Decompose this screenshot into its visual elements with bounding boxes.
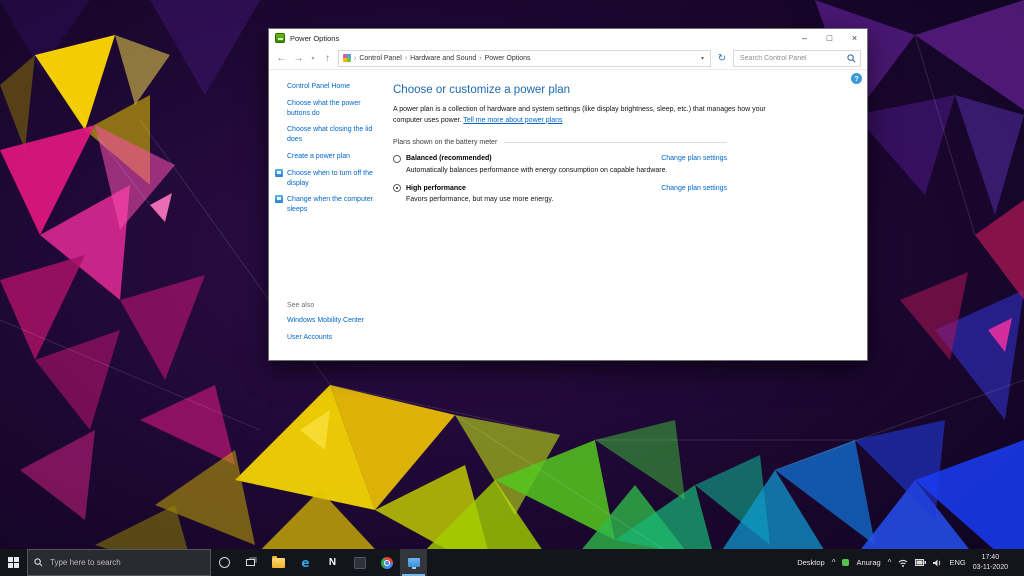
power-icon <box>275 195 283 203</box>
breadcrumb-separator-icon: › <box>405 55 407 62</box>
navigation-toolbar: ← → ▾ ↑ › Control Panel › Hardware and S… <box>269 47 867 70</box>
taskbar-app-n[interactable]: N <box>319 549 346 576</box>
taskbar-app-dark[interactable] <box>346 549 373 576</box>
breadcrumb-control-panel[interactable]: Control Panel <box>359 55 401 62</box>
search-icon <box>847 54 856 63</box>
cortana-button[interactable] <box>211 549 238 576</box>
taskbar-app-edge[interactable]: e <box>292 549 319 576</box>
change-plan-settings-link[interactable]: Change plan settings <box>661 155 727 162</box>
file-explorer-icon <box>272 558 285 568</box>
window-client-area: ? Control Panel Home Choose what the pow… <box>269 70 867 360</box>
breadcrumb-separator-icon: › <box>354 55 356 62</box>
sidebar-item-closing-lid[interactable]: Choose what closing the lid does <box>287 125 373 145</box>
back-button[interactable]: ← <box>275 53 288 64</box>
plan-name: High performance <box>406 185 466 192</box>
tray-app-icon[interactable] <box>842 559 849 566</box>
task-view-icon <box>246 557 257 568</box>
user-label[interactable]: Anurag <box>856 558 880 567</box>
plan-description: Automatically balances performance with … <box>406 166 727 176</box>
cortana-icon <box>219 557 230 568</box>
description-text: A power plan is a collection of hardware… <box>393 106 766 124</box>
radio-balanced[interactable] <box>393 155 401 163</box>
network-icon[interactable] <box>898 559 908 567</box>
taskbar: e N Desktop ^ Anurag ^ <box>0 549 1024 576</box>
plan-high-performance: High performance Change plan settings Fa… <box>393 184 727 205</box>
sidebar-item-power-buttons[interactable]: Choose what the power buttons do <box>287 99 373 119</box>
window-title: Power Options <box>290 34 339 43</box>
sidebar-item-turn-off-display[interactable]: Choose when to turn off the display <box>287 169 373 189</box>
clock-date: 03-11-2020 <box>973 563 1008 572</box>
see-also-label: See also <box>287 302 389 309</box>
sidebar-item-computer-sleeps[interactable]: Change when the computer sleeps <box>287 195 373 215</box>
plans-section-label: Plans shown on the battery meter <box>393 139 497 146</box>
page-title: Choose or customize a power plan <box>393 84 867 96</box>
sidebar-item-mobility-center[interactable]: Windows Mobility Center <box>287 316 373 326</box>
control-panel-icon <box>343 54 351 62</box>
volume-icon[interactable] <box>933 559 942 567</box>
breadcrumb-separator-icon: › <box>479 55 481 62</box>
plan-balanced: Balanced (recommended) Change plan setti… <box>393 155 727 176</box>
control-panel-app-icon <box>408 558 420 567</box>
breadcrumb-hardware-and-sound[interactable]: Hardware and Sound <box>410 55 476 62</box>
minimize-button[interactable]: – <box>792 29 817 47</box>
forward-button[interactable]: → <box>292 53 305 64</box>
taskbar-app-control-panel[interactable] <box>400 549 427 576</box>
sidebar-item-user-accounts[interactable]: User Accounts <box>287 333 373 343</box>
search-icon <box>34 558 43 567</box>
caret-up-icon[interactable]: ^ <box>888 558 892 567</box>
battery-icon[interactable] <box>915 559 926 566</box>
dark-app-icon <box>354 557 366 569</box>
display-icon <box>275 169 283 177</box>
taskbar-search-input[interactable] <box>48 557 204 568</box>
search-input[interactable] <box>738 54 847 63</box>
up-button[interactable]: ↑ <box>321 53 334 64</box>
desktop-toolbar-label[interactable]: Desktop <box>797 558 825 567</box>
language-indicator[interactable]: ENG <box>949 558 965 567</box>
sidebar: Control Panel Home Choose what the power… <box>269 70 389 360</box>
recent-pages-dropdown-icon[interactable]: ▾ <box>309 55 317 62</box>
start-button[interactable] <box>0 549 27 576</box>
page-description: A power plan is a collection of hardware… <box>393 105 785 127</box>
plan-name: Balanced (recommended) <box>406 155 492 162</box>
edge-icon: e <box>301 557 309 569</box>
system-tray: Desktop ^ Anurag ^ <box>797 549 1024 576</box>
plans-section-header: Plans shown on the battery meter <box>393 139 727 146</box>
sidebar-item-create-plan[interactable]: Create a power plan <box>287 152 373 162</box>
main-content: Choose or customize a power plan A power… <box>389 70 867 360</box>
plan-description: Favors performance, but may use more ene… <box>406 195 727 205</box>
help-icon[interactable]: ? <box>851 73 862 84</box>
address-dropdown-icon[interactable]: ▾ <box>699 55 706 62</box>
task-view-button[interactable] <box>238 549 265 576</box>
sidebar-item-label: Choose when to turn off the display <box>287 170 373 187</box>
sidebar-item-label: Change when the computer sleeps <box>287 196 373 213</box>
n-app-icon: N <box>329 558 336 568</box>
learn-more-link[interactable]: Tell me more about power plans <box>463 117 562 124</box>
section-divider <box>504 142 727 143</box>
windows-logo-icon <box>8 557 19 568</box>
radio-high-performance[interactable] <box>393 184 401 192</box>
power-options-window: Power Options – □ × ← → ▾ ↑ › Control Pa… <box>268 28 868 361</box>
close-button[interactable]: × <box>842 29 867 47</box>
caption-buttons: – □ × <box>792 29 867 47</box>
taskbar-search[interactable] <box>27 549 211 576</box>
taskbar-app-file-explorer[interactable] <box>265 549 292 576</box>
maximize-button[interactable]: □ <box>817 29 842 47</box>
address-bar[interactable]: › Control Panel › Hardware and Sound › P… <box>338 50 711 67</box>
hidden-icons-caret-icon[interactable]: ^ <box>832 558 836 567</box>
power-options-app-icon <box>275 33 285 43</box>
breadcrumb-power-options[interactable]: Power Options <box>485 55 531 62</box>
taskbar-app-chrome[interactable] <box>373 549 400 576</box>
chrome-icon <box>381 557 393 569</box>
control-panel-search[interactable] <box>733 50 861 67</box>
clock-time: 17:40 <box>973 553 1008 562</box>
sidebar-item-home[interactable]: Control Panel Home <box>287 82 373 92</box>
change-plan-settings-link[interactable]: Change plan settings <box>661 185 727 192</box>
desktop: Power Options – □ × ← → ▾ ↑ › Control Pa… <box>0 0 1024 576</box>
refresh-icon[interactable]: ↻ <box>715 53 729 64</box>
title-bar: Power Options – □ × <box>269 29 867 47</box>
taskbar-clock[interactable]: 17:40 03-11-2020 <box>973 553 1008 571</box>
